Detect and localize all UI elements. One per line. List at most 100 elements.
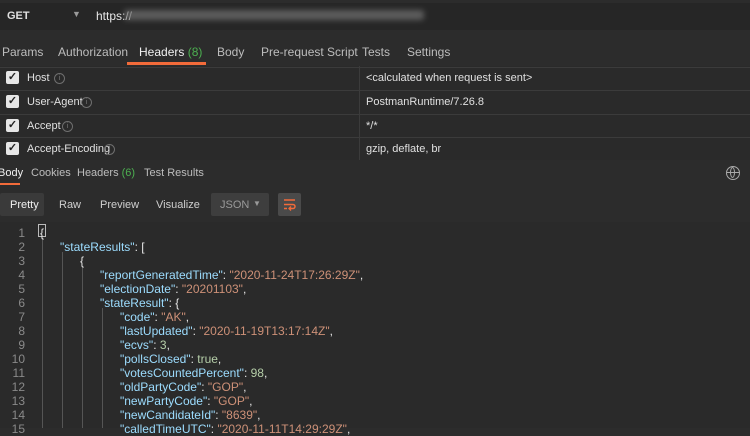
tab-tests[interactable]: Tests [362,45,390,59]
method-label: GET [7,10,30,22]
code-line: "stateResult": { [100,296,179,310]
code-line: "stateResults": [ [60,240,145,254]
line-number: 3 [18,254,25,268]
code-line: "code": "AK", [120,310,190,324]
response-tab-body[interactable]: Body [0,167,23,179]
header-key: Accept [27,120,61,132]
info-icon[interactable]: i [104,144,115,155]
json-key: "calledTimeUTC" [120,422,211,436]
json-value: 3 [159,338,167,352]
json-value: "2020-11-19T13:17:14Z" [199,324,330,338]
response-tab-cookies[interactable]: Cookies [31,167,71,179]
header-key: Accept-Encoding [27,143,111,155]
checkbox-checked-icon[interactable]: ✓ [6,95,19,108]
header-value: gzip, deflate, br [366,143,442,155]
header-value: */* [366,120,378,132]
json-value: "20201103" [181,282,243,296]
json-value: 98 [250,366,264,380]
tab-headers[interactable]: Headers (8) [139,45,202,59]
response-tab-headers[interactable]: Headers (6) [77,167,135,179]
chevron-down-icon[interactable]: ▼ [72,9,81,19]
line-number: 15 [11,422,25,436]
preview-button[interactable]: Preview [100,199,139,211]
indent-guide [102,308,103,428]
code-line: "electionDate": "20201103", [100,282,247,296]
json-key: "code" [120,310,155,324]
indent-guide [42,238,43,428]
active-tab-indicator [0,183,20,185]
json-key: "lastUpdated" [120,324,193,338]
code-line: { [40,226,44,240]
checkbox-checked-icon[interactable]: ✓ [6,71,19,84]
tab-settings[interactable]: Settings [407,45,450,59]
json-key: "newCandidateId" [120,408,216,422]
tab-params[interactable]: Params [2,45,43,59]
json-value: "2020-11-11T14:29:29Z" [217,422,347,436]
checkbox-checked-icon[interactable]: ✓ [6,142,19,155]
line-number: 13 [11,394,25,408]
code-punct: : { [168,296,180,310]
pretty-button[interactable]: Pretty [10,199,39,211]
tab-headers-label: Headers [139,45,185,59]
chevron-down-icon: ▼ [253,199,261,208]
info-icon[interactable]: i [81,97,92,108]
format-label: JSON [220,199,250,211]
header-key: Host [27,72,50,84]
line-number: 8 [18,324,25,338]
json-value: "GOP" [213,394,250,408]
json-value: "AK" [161,310,186,324]
json-key: "ecvs" [120,338,154,352]
code-line: { [80,254,84,268]
json-key: "oldPartyCode" [120,380,202,394]
wrap-lines-icon [284,199,296,211]
line-number: 5 [18,282,25,296]
line-number: 7 [18,310,25,324]
json-key: "electionDate" [100,282,176,296]
header-key: User-Agent [27,96,83,108]
code-line: "pollsClosed": true, [120,352,222,366]
line-number: 10 [11,352,25,366]
info-icon[interactable]: i [54,73,65,84]
code-line: "newPartyCode": "GOP", [120,394,253,408]
json-value: "8639" [221,408,258,422]
json-value: true [197,352,218,366]
code-line: "reportGeneratedTime": "2020-11-24T17:26… [100,268,364,282]
code-punct: : [ [134,240,145,254]
line-number: 2 [18,240,25,254]
tab-prerequest-script[interactable]: Pre-request Script [261,45,358,59]
json-key: "votesCountedPercent" [120,366,244,380]
indent-guide [62,252,63,428]
checkbox-checked-icon[interactable]: ✓ [6,119,19,132]
line-number: 12 [11,380,25,394]
code-line: "newCandidateId": "8639", [120,408,261,422]
code-line: "lastUpdated": "2020-11-19T13:17:14Z", [120,324,333,338]
line-number: 9 [18,338,25,352]
line-number: 14 [11,408,25,422]
json-key: "reportGeneratedTime" [100,268,223,282]
json-key: "stateResults" [60,240,135,254]
visualize-button[interactable]: Visualize [156,199,200,211]
header-value: PostmanRuntime/7.26.8 [366,96,485,108]
code-line: "ecvs": 3, [120,338,170,352]
active-tab-indicator [127,62,206,65]
line-number: 11 [12,366,25,380]
json-key: "newPartyCode" [120,394,208,408]
tab-headers-count: (8) [187,45,203,59]
code-line: "calledTimeUTC": "2020-11-11T14:29:29Z", [120,422,351,436]
json-value: "2020-11-24T17:26:29Z" [229,268,360,282]
line-number: 1 [18,226,25,240]
url-redacted [124,10,424,20]
tab-body[interactable]: Body [217,45,244,59]
json-key: "pollsClosed" [120,352,191,366]
indent-guide [82,266,83,428]
raw-button[interactable]: Raw [59,199,81,211]
response-tab-test-results[interactable]: Test Results [144,167,204,179]
line-number: 6 [18,296,25,310]
info-icon[interactable]: i [62,121,73,132]
globe-icon[interactable] [726,166,740,180]
code-punct: { [40,226,45,240]
code-punct: { [80,254,85,268]
json-key: "stateResult" [100,296,169,310]
tab-authorization[interactable]: Authorization [58,45,128,59]
code-line: "votesCountedPercent": 98, [120,366,268,380]
